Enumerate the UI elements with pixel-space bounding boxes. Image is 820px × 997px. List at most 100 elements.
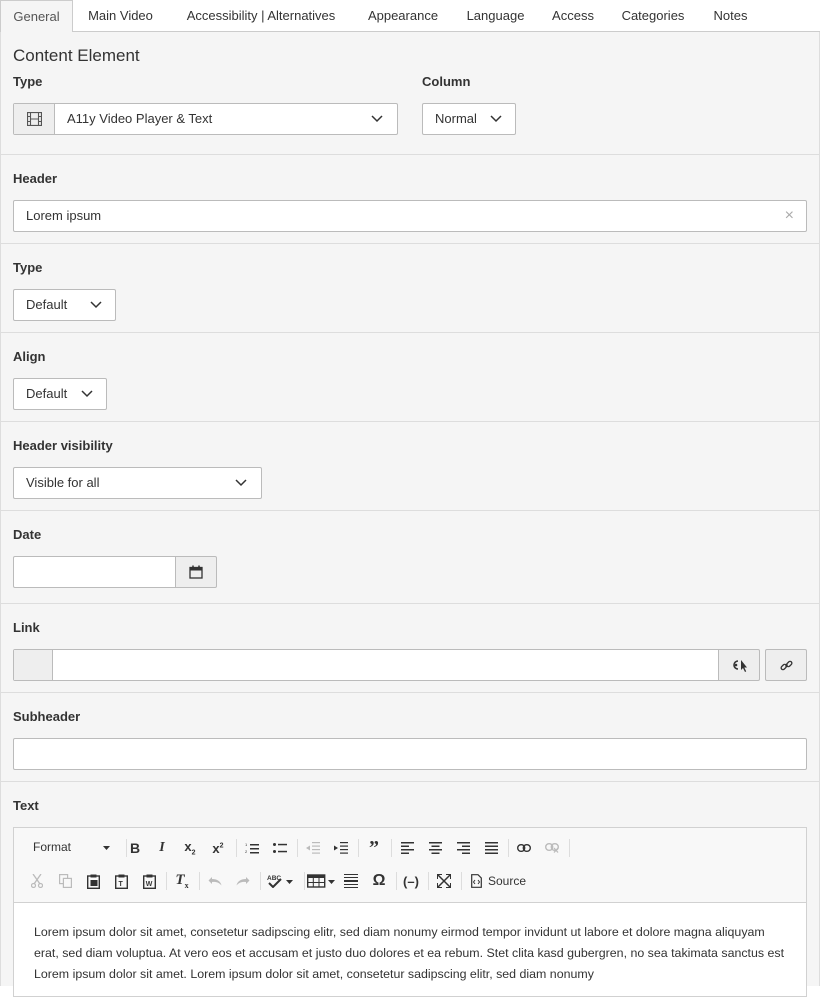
source-button[interactable]: Source	[466, 870, 530, 892]
header-input-value: Lorem ipsum	[26, 208, 102, 223]
italic-icon[interactable]: I	[151, 837, 173, 859]
toolbar-separator	[199, 872, 200, 890]
numbered-list-icon[interactable]: 12	[241, 837, 263, 859]
header-type-value: Default	[26, 297, 68, 312]
header-input[interactable]: Lorem ipsum ×	[13, 200, 807, 232]
format-dropdown[interactable]: Format	[22, 837, 112, 859]
toolbar-separator	[166, 872, 167, 890]
special-char-icon[interactable]: Ω	[368, 870, 390, 892]
remove-format-icon[interactable]: Tx	[171, 870, 193, 892]
tab-label: Accessibility | Alternatives	[186, 8, 336, 23]
tab-accessibility[interactable]: Accessibility | Alternatives	[168, 0, 354, 32]
tab-main-video[interactable]: Main Video	[73, 0, 168, 32]
soft-hyphen-icon[interactable]: (–)	[400, 870, 422, 892]
svg-text:W: W	[145, 881, 152, 888]
tab-label: Appearance	[367, 8, 439, 23]
tab-general[interactable]: General	[0, 0, 73, 33]
align-left-icon[interactable]	[396, 837, 418, 859]
date-section: Date	[0, 511, 820, 604]
link-prefix-cell	[14, 650, 53, 680]
toolbar-separator	[358, 839, 359, 857]
toolbar-separator	[396, 872, 397, 890]
undo-icon[interactable]	[204, 870, 226, 892]
tab-notes[interactable]: Notes	[699, 0, 762, 32]
chevron-down-icon	[490, 115, 502, 123]
align-justify-icon[interactable]	[480, 837, 502, 859]
outdent-icon[interactable]	[302, 837, 324, 859]
chevron-down-icon	[371, 115, 383, 123]
header-type-label: Type	[13, 260, 43, 275]
subscript-icon[interactable]: x2	[179, 837, 201, 859]
tab-access[interactable]: Access	[539, 0, 607, 32]
header-type-section: Type Default	[0, 244, 820, 333]
header-visibility-section: Header visibility Visible for all	[0, 422, 820, 511]
rich-text-editor[interactable]: Format B I x2 x2 12 ” T W Tx ABC Ω (–) S…	[13, 827, 807, 997]
paste-text-icon[interactable]: T	[110, 870, 132, 892]
chevron-down-icon	[90, 301, 102, 309]
link-explanation-button[interactable]	[718, 649, 760, 681]
align-label: Align	[13, 349, 46, 364]
toolbar-separator	[508, 839, 509, 857]
column-select-value: Normal	[435, 111, 477, 126]
align-center-icon[interactable]	[424, 837, 446, 859]
tab-bar: General Main Video Accessibility | Alter…	[0, 0, 820, 33]
header-section: Header Lorem ipsum ×	[0, 155, 820, 244]
text-label: Text	[13, 798, 39, 813]
indent-icon[interactable]	[330, 837, 352, 859]
clear-icon[interactable]: ×	[785, 201, 794, 231]
blockquote-icon[interactable]: ”	[363, 837, 385, 859]
paste-icon[interactable]	[82, 870, 104, 892]
content-type-select[interactable]: A11y Video Player & Text	[13, 103, 398, 135]
cut-icon[interactable]	[26, 870, 48, 892]
link-icon	[780, 660, 793, 671]
column-label: Column	[422, 74, 471, 89]
column-select[interactable]: Normal	[422, 103, 516, 135]
align-select[interactable]: Default	[13, 378, 107, 410]
tab-categories[interactable]: Categories	[607, 0, 699, 32]
bulleted-list-icon[interactable]	[269, 837, 291, 859]
source-icon	[471, 874, 482, 888]
align-right-icon[interactable]	[452, 837, 474, 859]
toolbar-separator	[297, 839, 298, 857]
svg-text:1: 1	[245, 842, 248, 847]
link-icon[interactable]	[513, 837, 535, 859]
date-picker-button[interactable]	[175, 556, 217, 588]
redo-icon[interactable]	[232, 870, 254, 892]
link-browser-icon	[733, 660, 747, 672]
spellcheck-icon[interactable]: ABC	[265, 870, 295, 892]
section-title: Content Element	[13, 46, 140, 65]
maximize-icon[interactable]	[433, 870, 455, 892]
header-label: Header	[13, 171, 58, 186]
table-icon[interactable]	[306, 870, 336, 892]
align-section: Align Default	[0, 333, 820, 422]
format-label: Format	[33, 840, 72, 854]
link-wizard-button[interactable]	[765, 649, 807, 681]
copy-icon[interactable]	[54, 870, 76, 892]
link-input[interactable]	[13, 649, 719, 681]
tab-label: Language	[466, 8, 525, 23]
calendar-icon	[189, 565, 203, 579]
date-label: Date	[13, 527, 42, 542]
svg-text:2: 2	[245, 849, 248, 854]
toolbar-separator	[569, 839, 570, 857]
header-type-select[interactable]: Default	[13, 289, 116, 321]
editor-toolbar: Format B I x2 x2 12 ” T W Tx ABC Ω (–) S…	[14, 828, 806, 903]
chevron-down-icon	[81, 390, 93, 398]
link-label: Link	[13, 620, 40, 635]
tab-appearance[interactable]: Appearance	[354, 0, 452, 32]
horizontal-line-icon[interactable]	[340, 870, 362, 892]
toolbar-separator	[428, 872, 429, 890]
subheader-input[interactable]	[13, 738, 807, 770]
tab-language[interactable]: Language	[452, 0, 539, 32]
paste-word-icon[interactable]: W	[138, 870, 160, 892]
header-visibility-value: Visible for all	[26, 475, 100, 490]
editor-content[interactable]: Lorem ipsum dolor sit amet, consetetur s…	[34, 922, 786, 985]
toolbar-separator	[260, 872, 261, 890]
header-visibility-select[interactable]: Visible for all	[13, 467, 262, 499]
unlink-icon[interactable]	[541, 837, 563, 859]
bold-icon[interactable]: B	[124, 837, 146, 859]
toolbar-separator	[461, 872, 462, 890]
superscript-icon[interactable]: x2	[207, 837, 229, 859]
date-input[interactable]	[13, 556, 176, 588]
align-value: Default	[26, 386, 68, 401]
